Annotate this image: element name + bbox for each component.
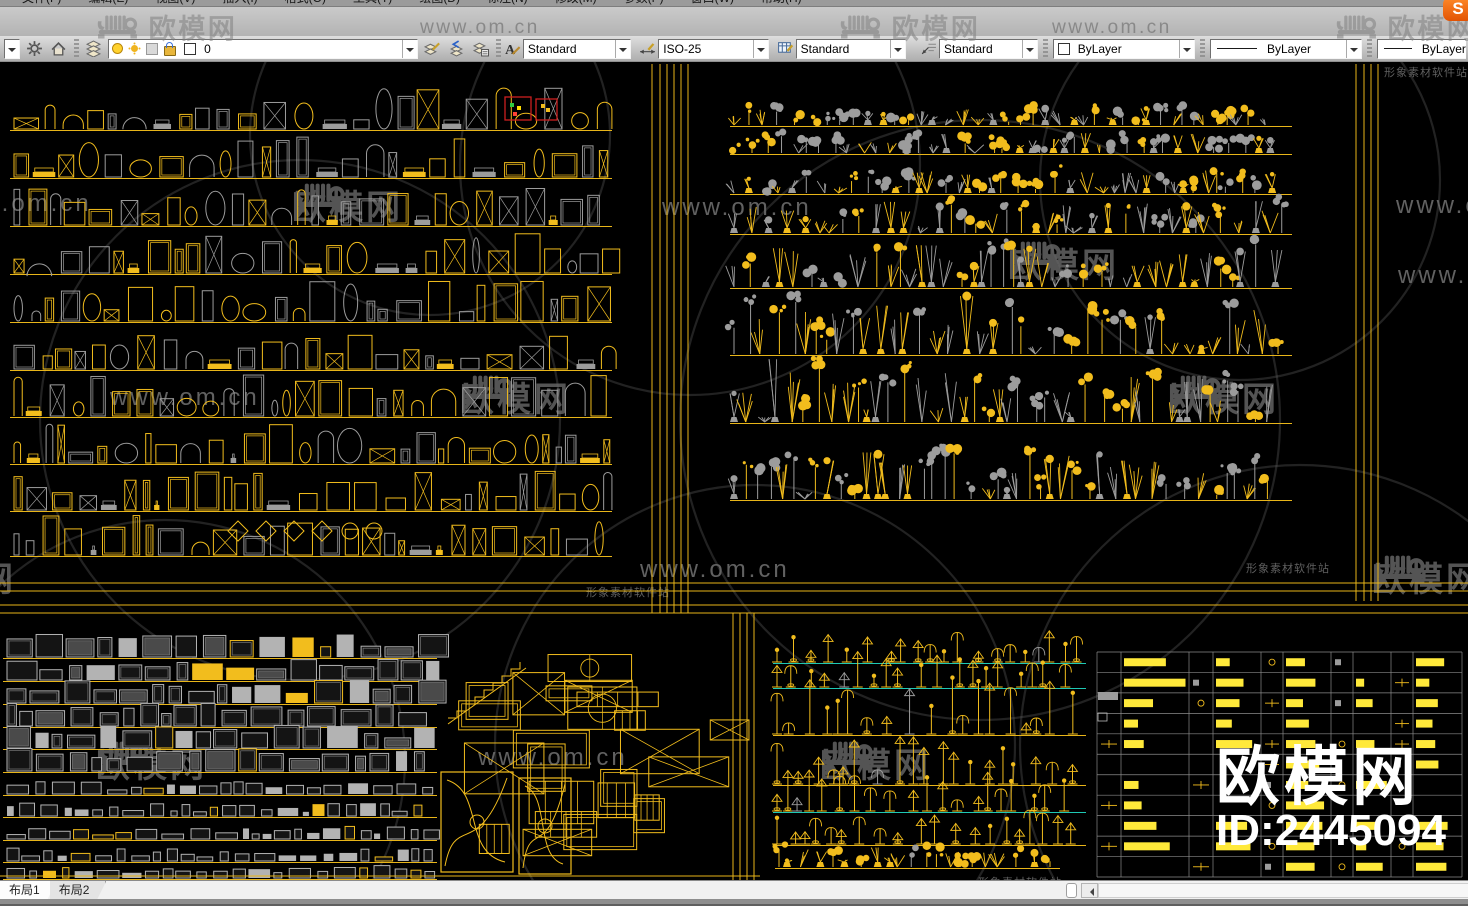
linetype-select[interactable]: ByLayer xyxy=(1209,38,1362,59)
menu-item[interactable]: 窗口(W) xyxy=(691,0,734,5)
layout-tabs: 布局1 布局2 xyxy=(0,881,99,899)
toolbar-grip xyxy=(1199,38,1205,59)
dropdown-arrow-icon[interactable] xyxy=(615,39,630,58)
autocad-window: 文件(F) 编辑(E) 视图(V) 插入(I) 格式(O) 工具(T) 绘图(D) 标注(N)… xyxy=(0,0,1468,906)
gear-icon xyxy=(26,40,43,57)
menu-row: 文件(F) 编辑(E) 视图(V) 插入(I) 格式(O) 工具(T) 绘图(D) 标注(N)… xyxy=(22,0,829,6)
status-strip xyxy=(0,899,1468,906)
text-style-value: Standard xyxy=(527,41,577,56)
table-style-select[interactable]: Standard xyxy=(795,38,906,59)
layer-state-button[interactable] xyxy=(47,38,69,60)
layout-tabbar: 布局1 布局2 xyxy=(0,880,1468,899)
layer-previous-button[interactable] xyxy=(445,38,467,60)
linetype-value: ByLayer xyxy=(1266,41,1311,56)
multileader-style-icon[interactable] xyxy=(920,40,937,57)
text-style-icon[interactable]: A xyxy=(504,40,521,57)
table-style-icon[interactable] xyxy=(777,40,794,57)
scrollbar-track[interactable] xyxy=(1098,883,1468,898)
color-select[interactable]: ByLayer xyxy=(1052,38,1195,59)
layers-icon xyxy=(85,40,102,57)
layer-name: 0 xyxy=(204,41,211,56)
scroll-left-button[interactable] xyxy=(1081,883,1098,898)
mleader-style-select[interactable]: Standard xyxy=(938,38,1038,59)
dropdown-arrow-icon[interactable] xyxy=(401,39,417,58)
dropdown-arrow-icon[interactable] xyxy=(1021,39,1037,58)
toolbar-grip xyxy=(1042,38,1048,59)
menu-item[interactable]: 绘图(D) xyxy=(419,0,460,5)
lineweight-value: ByLayer xyxy=(1421,41,1466,56)
layout-tab-2[interactable]: 布局2 xyxy=(50,881,107,899)
dropdown-arrow-icon[interactable] xyxy=(1345,39,1361,58)
scrollbar-splitter-handle[interactable] xyxy=(1066,883,1077,898)
dim-style-select[interactable]: ISO-25 xyxy=(658,38,769,59)
menu-item[interactable]: 格式(O) xyxy=(285,0,326,5)
dim-style-icon[interactable] xyxy=(639,40,656,57)
sun-icon[interactable] xyxy=(131,45,139,52)
layer-states-button[interactable] xyxy=(470,38,492,60)
toolbar-grip xyxy=(1366,38,1372,59)
text-style-select[interactable]: Standard xyxy=(522,38,632,59)
layer-previous-icon xyxy=(448,40,465,57)
color-swatch-icon xyxy=(1057,42,1070,55)
menu-item[interactable]: 修改(M) xyxy=(555,0,597,5)
viewport-freeze-icon[interactable] xyxy=(146,42,159,55)
menu-item[interactable]: 插入(I) xyxy=(222,0,257,5)
layer-list-icon xyxy=(472,40,490,57)
cad-drawing xyxy=(0,62,1468,880)
styles-toolbar: 0 A Standard ISO-25 Standard Standard By… xyxy=(0,36,1468,62)
docked-combo-stub[interactable] xyxy=(4,38,20,59)
table-style-value: Standard xyxy=(800,41,850,56)
menu-item[interactable]: 帮助(H) xyxy=(761,0,802,5)
dropdown-arrow-icon[interactable] xyxy=(752,39,768,58)
dropdown-arrow-icon[interactable] xyxy=(1178,39,1194,58)
menu-item[interactable]: 参数(P) xyxy=(624,0,664,5)
dropdown-arrow-icon[interactable] xyxy=(889,39,905,58)
logo-badge: S xyxy=(1443,0,1468,21)
layer-color-swatch xyxy=(184,42,197,55)
make-object-layer-current-button[interactable] xyxy=(421,38,443,60)
layout-tab-1[interactable]: 布局1 xyxy=(0,881,57,899)
house-icon xyxy=(50,40,67,57)
menu-bar: 文件(F) 编辑(E) 视图(V) 插入(I) 格式(O) 工具(T) 绘图(D) 标注(N)… xyxy=(0,0,1468,7)
layer-properties-button[interactable] xyxy=(83,38,105,60)
bulb-icon[interactable] xyxy=(112,43,124,54)
dropdown-arrow-icon xyxy=(5,40,19,58)
gear-button[interactable] xyxy=(23,38,45,60)
menu-item[interactable]: 文件(F) xyxy=(22,0,61,5)
color-value: ByLayer xyxy=(1077,41,1122,56)
lock-icon[interactable] xyxy=(164,41,177,56)
menu-item[interactable]: 工具(T) xyxy=(353,0,392,5)
toolbar-grip xyxy=(495,38,501,59)
menu-item[interactable]: 视图(V) xyxy=(155,0,195,5)
dim-style-value: ISO-25 xyxy=(663,41,702,56)
linetype-preview-icon xyxy=(1216,48,1257,49)
toolbar-grip xyxy=(73,38,79,59)
toolbar-dock-area xyxy=(0,7,1468,36)
menu-item[interactable]: 标注(N) xyxy=(487,0,528,5)
menu-item[interactable]: 编辑(E) xyxy=(88,0,128,5)
lineweight-select[interactable]: ByLayer xyxy=(1376,38,1466,59)
layer-pencil-icon xyxy=(423,40,441,57)
drawing-canvas[interactable]: www.om.cn欧模网www.om.cn欧模网www.om.cnwww.om.… xyxy=(0,62,1468,880)
mleader-style-value: Standard xyxy=(943,41,993,56)
layer-select[interactable]: 0 xyxy=(108,38,418,59)
lineweight-preview-icon xyxy=(1383,48,1412,49)
horizontal-scrollbar[interactable] xyxy=(1066,883,1468,898)
